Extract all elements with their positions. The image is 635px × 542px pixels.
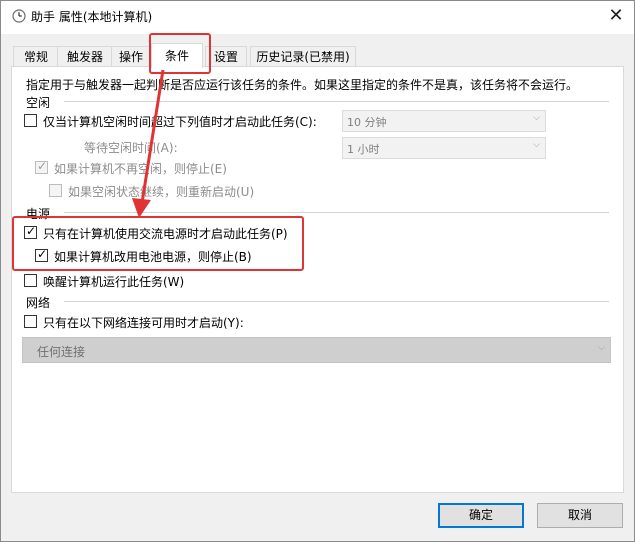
tab-history[interactable]: 历史记录(已禁用) [250, 46, 356, 67]
wake-computer-label: 唤醒计算机运行此任务(W) [43, 275, 185, 289]
cancel-button[interactable]: 取消 [537, 503, 623, 528]
conditions-description: 指定用于与触发器一起判断是否应运行该任务的条件。如果这里指定的条件不是真，该任务… [26, 78, 579, 92]
window-title: 助手 属性(本地计算机) [31, 10, 153, 24]
network-connection-combo[interactable]: 任何连接 ⌵ [22, 337, 611, 363]
idle-duration-value: 10 分钟 [347, 116, 387, 129]
idle-duration-combo[interactable]: 10 分钟 ⌵ [342, 110, 546, 132]
chevron-down-icon: ⌵ [598, 343, 605, 353]
start-only-if-idle-label: 仅当计算机空闲时间超过下列值时才启动此任务(C): [43, 115, 317, 129]
wait-idle-combo[interactable]: 1 小时 ⌵ [342, 137, 546, 159]
tab-general[interactable]: 常规 [13, 46, 59, 67]
idle-section-title: 空闲 [26, 96, 51, 110]
close-button[interactable]: ✕ [598, 1, 634, 33]
network-section-divider [64, 301, 609, 302]
restart-if-idle-label: 如果空闲状态继续，则重新启动(U) [68, 185, 255, 199]
stop-if-not-idle-checkbox[interactable]: ✓ [35, 159, 48, 174]
wake-computer-checkbox[interactable] [24, 274, 37, 287]
clock-icon [12, 9, 26, 23]
stop-if-not-idle-label: 如果计算机不再空闲，则停止(E) [54, 162, 227, 176]
checkmark-icon: ✓ [37, 159, 48, 173]
wait-idle-label: 等待空闲时间(A): [84, 141, 178, 155]
network-connection-value: 任何连接 [37, 345, 86, 359]
power-section-divider [64, 212, 609, 213]
wait-idle-value: 1 小时 [347, 143, 380, 156]
ok-button[interactable]: 确定 [438, 503, 524, 528]
start-only-if-idle-checkbox[interactable] [24, 114, 37, 127]
network-only-label: 只有在以下网络连接可用时才启动(Y): [43, 316, 244, 330]
power-highlight-box [12, 216, 304, 271]
tab-triggers[interactable]: 触发器 [57, 46, 113, 67]
idle-section-divider [64, 101, 609, 102]
tab-conditions[interactable]: 条件 [151, 43, 203, 68]
network-only-checkbox[interactable] [24, 315, 37, 328]
network-section-title: 网络 [26, 296, 51, 310]
restart-if-idle-checkbox[interactable] [49, 184, 62, 197]
tab-actions[interactable]: 操作 [111, 46, 151, 67]
chevron-down-icon: ⌵ [533, 140, 540, 150]
chevron-down-icon: ⌵ [533, 113, 540, 123]
close-icon: ✕ [608, 5, 624, 26]
tab-settings[interactable]: 设置 [205, 46, 247, 67]
